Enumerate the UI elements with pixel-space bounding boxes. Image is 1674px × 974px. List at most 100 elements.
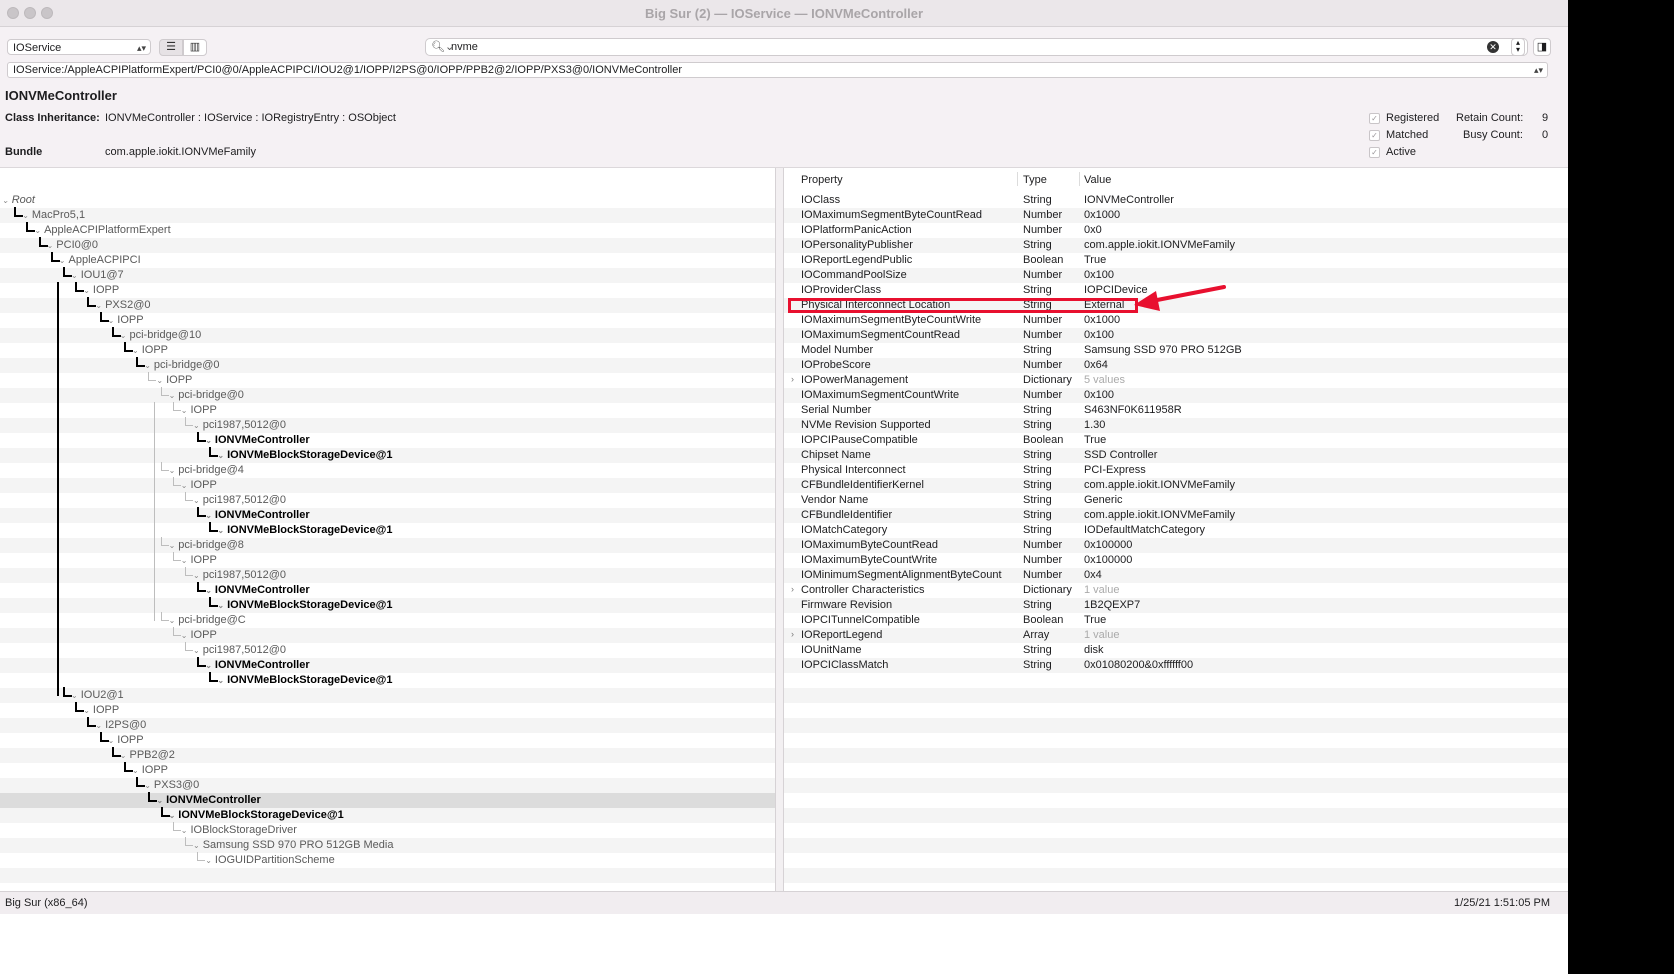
tree-node[interactable]: ⌄ AppleACPIPCI (59, 254, 141, 267)
disclosure-chevron-icon[interactable]: ⌄ (169, 541, 176, 550)
property-row[interactable]: CFBundleIdentifierKernel String com.apple.… (784, 478, 1568, 493)
disclosure-chevron-icon[interactable]: ⌄ (120, 751, 127, 760)
column-view-button[interactable]: ▥ (183, 39, 207, 56)
disclosure-chevron-icon[interactable]: › (791, 584, 794, 594)
tree-node[interactable]: ⌄ IOPP (132, 344, 168, 357)
disclosure-chevron-icon[interactable]: ⌄ (71, 691, 78, 700)
property-row[interactable]: IOPersonalityPublisher String com.apple.io… (784, 238, 1568, 253)
disclosure-chevron-icon[interactable]: ⌄ (181, 826, 188, 835)
tree-node[interactable]: ⌄ pci-bridge@8 (169, 539, 244, 552)
property-row[interactable]: IOPCIPauseCompatible Boolean True (784, 433, 1568, 448)
disclosure-chevron-icon[interactable]: ⌄ (83, 706, 90, 715)
property-row[interactable]: › IOPowerManagement Dictionary 5 values (784, 373, 1568, 388)
plane-select[interactable]: IOService ▴▾ (7, 39, 151, 55)
property-row[interactable]: Vendor Name String Generic (784, 493, 1568, 508)
disclosure-chevron-icon[interactable]: ⌄ (71, 271, 78, 280)
tree-node[interactable]: ⌄ IONVMeBlockStorageDevice@1 (217, 674, 392, 687)
disclosure-chevron-icon[interactable]: ⌄ (34, 226, 41, 235)
disclosure-chevron-icon[interactable]: ⌄ (217, 676, 224, 685)
tree-node[interactable]: ⌄ IOPP (132, 764, 168, 777)
disclosure-chevron-icon[interactable]: ⌄ (205, 661, 212, 670)
disclosure-chevron-icon[interactable]: ⌄ (108, 736, 115, 745)
tree-node[interactable]: ⌄ Samsung SSD 970 PRO 512GB Media (193, 839, 393, 852)
property-row[interactable]: IOMaximumSegmentCountWrite Number 0x100 (784, 388, 1568, 403)
property-row[interactable]: IOMaximumByteCountRead Number 0x100000 (784, 538, 1568, 553)
tree-node[interactable]: ⌄ PXS3@0 (144, 779, 199, 792)
inspector-toggle-button[interactable]: ◨ (1533, 38, 1551, 56)
disclosure-chevron-icon[interactable]: ⌄ (120, 331, 127, 340)
disclosure-chevron-icon[interactable]: ⌄ (83, 286, 90, 295)
tree-node[interactable]: ⌄ IONVMeController (205, 659, 309, 672)
disclosure-chevron-icon[interactable]: ⌄ (193, 421, 200, 430)
tree-node[interactable]: ⌄ IOPP (83, 284, 119, 297)
tree-node[interactable]: ⌄ IONVMeBlockStorageDevice@1 (217, 599, 392, 612)
disclosure-chevron-icon[interactable]: ⌄ (205, 586, 212, 595)
disclosure-chevron-icon[interactable]: ⌄ (22, 211, 29, 220)
type-column-header[interactable]: Type (1023, 174, 1047, 186)
disclosure-chevron-icon[interactable]: ⌄ (205, 511, 212, 520)
tree-node[interactable]: ⌄ pci-bridge@0 (169, 389, 244, 402)
tree-node[interactable]: ⌄ IOPP (181, 404, 217, 417)
disclosure-chevron-icon[interactable]: ⌄ (156, 376, 163, 385)
property-row[interactable]: CFBundleIdentifier String com.apple.iokit.… (784, 508, 1568, 523)
disclosure-chevron-icon[interactable]: ⌄ (193, 496, 200, 505)
tree-node[interactable]: ⌄ pci1987,5012@0 (193, 494, 286, 507)
property-row[interactable]: IOMatchCategory String IODefaultMatchCateg… (784, 523, 1568, 538)
property-row[interactable]: IOReportLegendPublic Boolean True (784, 253, 1568, 268)
property-row[interactable]: IOMaximumSegmentByteCountWrite Number 0x10… (784, 313, 1568, 328)
disclosure-chevron-icon[interactable]: ⌄ (169, 811, 176, 820)
tree-node[interactable]: ⌄ IOPP (83, 704, 119, 717)
pane-splitter[interactable] (775, 168, 784, 891)
tree-node[interactable]: ⌄ MacPro5,1 (22, 209, 85, 222)
property-row[interactable]: NVMe Revision Supported String 1.30 (784, 418, 1568, 433)
tree-node[interactable]: ⌄ pci-bridge@4 (169, 464, 244, 477)
property-row[interactable]: IOMaximumSegmentCountRead Number 0x100 (784, 328, 1568, 343)
disclosure-chevron-icon[interactable]: ⌄ (144, 361, 151, 370)
tree-node[interactable]: ⌄ PPB2@2 (120, 749, 175, 762)
disclosure-chevron-icon[interactable]: ⌄ (181, 631, 188, 640)
property-row[interactable]: IOCommandPoolSize Number 0x100 (784, 268, 1568, 283)
property-row[interactable]: IOClass String IONVMeController (784, 193, 1568, 208)
tree-node[interactable]: ⌄ IOPP (181, 554, 217, 567)
disclosure-chevron-icon[interactable]: ⌄ (169, 391, 176, 400)
tree-node[interactable]: ⌄ IOPP (181, 479, 217, 492)
property-row[interactable]: IOPlatformPanicAction Number 0x0 (784, 223, 1568, 238)
disclosure-chevron-icon[interactable]: ⌄ (169, 616, 176, 625)
disclosure-chevron-icon[interactable]: ⌄ (2, 196, 9, 205)
property-row[interactable]: Chipset Name String SSD Controller (784, 448, 1568, 463)
disclosure-chevron-icon[interactable]: ⌄ (59, 256, 66, 265)
property-row[interactable]: IOMaximumByteCountWrite Number 0x100000 (784, 553, 1568, 568)
property-row[interactable]: Physical Interconnect String PCI-Express (784, 463, 1568, 478)
property-row[interactable]: Firmware Revision String 1B2QEXP7 (784, 598, 1568, 613)
search-input[interactable]: nvme (451, 41, 478, 53)
tree-node[interactable]: ⌄ pci1987,5012@0 (193, 419, 286, 432)
tree-node[interactable]: ⌄ pci1987,5012@0 (193, 644, 286, 657)
property-row[interactable]: IOPCITunnelCompatible Boolean True (784, 613, 1568, 628)
property-row[interactable]: Model Number String Samsung SSD 970 PRO 51… (784, 343, 1568, 358)
registry-tree[interactable]: ⌄ Root ⌄ MacPro5,1 ⌄ AppleACPIPlatformExpert ⌄… (0, 168, 775, 891)
tree-node[interactable]: ⌄ IOGUIDPartitionScheme (205, 854, 335, 867)
clear-search-icon[interactable]: ✕ (1487, 41, 1499, 53)
tree-node[interactable]: ⌄ pci-bridge@0 (144, 359, 219, 372)
disclosure-chevron-icon[interactable]: ⌄ (95, 721, 102, 730)
property-row[interactable]: IOMinimumSegmentAlignmentByteCount Number… (784, 568, 1568, 583)
disclosure-chevron-icon[interactable]: ⌄ (193, 841, 200, 850)
disclosure-chevron-icon[interactable]: ⌄ (169, 466, 176, 475)
list-view-button[interactable]: ☰ (159, 39, 183, 56)
tree-node[interactable]: ⌄ IONVMeController (156, 794, 260, 807)
disclosure-chevron-icon[interactable]: ⌄ (132, 346, 139, 355)
disclosure-chevron-icon[interactable]: ⌄ (181, 481, 188, 490)
tree-node[interactable]: ⌄ IONVMeBlockStorageDevice@1 (217, 524, 392, 537)
tree-node[interactable]: ⌄ IOU2@1 (71, 689, 124, 702)
value-column-header[interactable]: Value (1084, 174, 1111, 186)
tree-node[interactable]: ⌄ IOPP (108, 314, 144, 327)
path-field[interactable]: IOService:/AppleACPIPlatformExpert/PCI0@… (7, 62, 1548, 78)
properties-table[interactable]: Property Type Value IOClass String IONVMeC… (784, 168, 1568, 891)
property-row[interactable]: IOMaximumSegmentByteCountRead Number 0x100… (784, 208, 1568, 223)
disclosure-chevron-icon[interactable]: ⌄ (217, 601, 224, 610)
tree-node[interactable]: ⌄ IONVMeBlockStorageDevice@1 (217, 449, 392, 462)
disclosure-chevron-icon[interactable]: ⌄ (217, 451, 224, 460)
tree-node[interactable]: ⌄ IONVMeController (205, 584, 309, 597)
property-row[interactable]: IOProbeScore Number 0x64 (784, 358, 1568, 373)
disclosure-chevron-icon[interactable]: › (791, 629, 794, 639)
